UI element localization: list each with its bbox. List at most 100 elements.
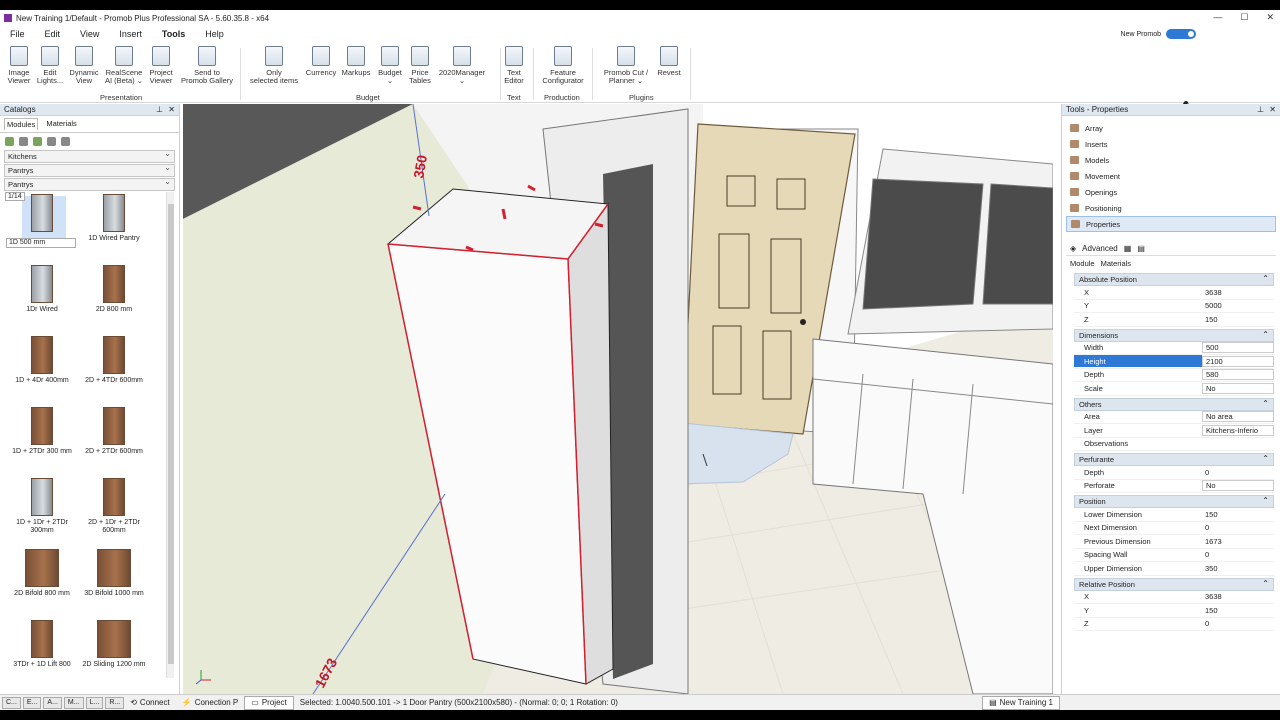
tab-materials[interactable]: Materials [1101,259,1131,268]
menu-edit[interactable]: Edit [45,29,61,39]
tab-modules[interactable]: Modules [4,118,39,130]
catalog-item[interactable]: 3TDr + 1D Lift 800 [4,620,80,669]
table-view-icon[interactable]: ▦ [1124,244,1132,253]
catalog-item[interactable]: 2D + 2TDr 600mm [76,407,152,456]
catalog-item[interactable]: 1D 500 mm [4,194,80,243]
property-value[interactable]: 3638 [1202,287,1274,298]
property-value[interactable]: 2100 [1202,355,1274,367]
taskbar-item[interactable]: C... [2,696,21,709]
taskbar-item[interactable]: R... [105,696,125,709]
section-header-pos[interactable]: Position [1074,495,1274,508]
catalog-item[interactable]: 2D Sliding 1200 mm [76,620,152,669]
property-value[interactable]: 1673 [1202,536,1274,547]
project-item[interactable]: ▭ Project [244,695,294,710]
3d-viewport[interactable]: 350 1673 [183,104,1053,694]
module-thumbnail [31,194,53,232]
property-value[interactable]: 150 [1202,605,1274,616]
close-panel-icon[interactable]: ✕ [1269,105,1276,114]
catalog-item[interactable]: 2D 800 mm [76,265,152,314]
grid-icon[interactable] [61,136,70,146]
minus-icon[interactable] [19,136,28,146]
tab-module[interactable]: Module [1070,259,1095,268]
property-value[interactable] [1202,438,1274,449]
pin-icon[interactable]: ⊥ [156,105,163,114]
refresh-icon[interactable] [33,136,42,146]
tool-item[interactable]: Inserts [1066,136,1276,152]
property-value[interactable]: 150 [1202,509,1274,520]
tool-item[interactable]: Positioning [1066,200,1276,216]
catalog-item[interactable]: 2D + 4TDr 600mm [76,336,152,385]
catalog-scrollbar[interactable] [166,192,174,678]
section-header-perf[interactable]: Perfurante [1074,453,1274,466]
property-row: Observations [1074,438,1274,451]
property-value[interactable]: 0 [1202,522,1274,533]
ribbon-button-13[interactable]: Feature Configurator [535,46,591,85]
catalog-item[interactable]: 1D + 1Dr + 2TDr 300mm [4,478,80,535]
bottom-black-band [0,710,1280,720]
tool-item[interactable]: Properties [1066,216,1276,232]
tool-item[interactable]: Openings [1066,184,1276,200]
add-icon[interactable] [5,136,14,146]
catalog-item[interactable]: 1D Wired Pantry [76,194,152,243]
property-value[interactable]: No area [1202,411,1274,423]
property-value[interactable]: No [1202,480,1274,492]
catalog-item[interactable]: 3D Bifold 1000 mm [76,549,152,598]
search-icon[interactable] [47,136,56,146]
connect-item[interactable]: ⟲ Connect [124,696,176,710]
scene[interactable]: 350 1673 [183,104,1053,694]
property-value[interactable]: 350 [1202,563,1274,574]
close-panel-icon[interactable]: ✕ [168,105,175,114]
list-view-icon[interactable]: ▤ [1137,244,1145,253]
menu-insert[interactable]: Insert [119,29,142,39]
taskbar-item[interactable]: M... [63,696,84,709]
advanced-icon[interactable]: ◈ [1070,244,1076,253]
property-value[interactable]: 3638 [1202,591,1274,602]
catalog-combo-2[interactable]: Pantrys [4,163,175,177]
taskbar-item[interactable]: L... [85,696,104,709]
catalog-item[interactable]: 2D Bifold 800 mm [4,549,80,598]
tool-item[interactable]: Models [1066,152,1276,168]
section-header-abs[interactable]: Absolute Position [1074,273,1274,286]
property-value[interactable]: 500 [1202,342,1274,354]
menu-view[interactable]: View [80,29,99,39]
tool-item[interactable]: Array [1066,120,1276,136]
new-promob-toggle[interactable] [1166,29,1196,39]
property-value[interactable]: 0 [1202,549,1274,560]
document-tab[interactable]: ▤ New Training 1 [982,695,1060,710]
menu-tools[interactable]: Tools [162,29,185,39]
ribbon-button-5[interactable]: Send to Promob Gallery [179,46,235,85]
catalog-combo-3[interactable]: Pantrys [4,177,175,191]
property-label: Previous Dimension [1084,536,1151,546]
property-value[interactable]: 0 [1202,618,1274,629]
ribbon-button-15[interactable]: Revest [641,46,697,77]
taskbar-item[interactable]: A... [43,696,62,709]
ribbon-button-11[interactable]: 2020Manager ⌄ [434,46,490,85]
conection-item[interactable]: ⚡ Conection P [176,696,245,710]
section-header-oth[interactable]: Others [1074,397,1274,411]
catalog-item[interactable]: 1Dr Wired [4,265,80,314]
menu-help[interactable]: Help [205,29,224,39]
property-value[interactable]: 580 [1202,369,1274,381]
tool-item[interactable]: Movement [1066,168,1276,184]
property-value[interactable]: 5000 [1202,300,1274,311]
section-header-dim[interactable]: Dimensions [1074,328,1274,342]
minimize-button[interactable]: — [1213,12,1222,23]
maximize-button[interactable]: ☐ [1240,12,1248,23]
catalog-item[interactable]: 1D + 2TDr 300 mm [4,407,80,456]
catalog-item[interactable]: 1D + 4Dr 400mm [4,336,80,385]
catalog-item-label: 1D + 1Dr + 2TDr 300mm [16,519,68,534]
tab-materials[interactable]: Materials [44,118,78,130]
catalog-item[interactable]: 2D + 1Dr + 2TDr 600mm [76,478,152,535]
size-select[interactable]: 1D 500 mm [6,238,76,248]
menu-file[interactable]: File [10,29,25,39]
property-value[interactable]: 0 [1202,467,1274,478]
pin-icon[interactable]: ⊥ [1257,105,1264,114]
property-value[interactable]: Kitchens-Inferio [1202,424,1274,436]
section-header-rel[interactable]: Relative Position [1074,577,1274,591]
property-value[interactable]: 150 [1202,314,1274,325]
advanced-label[interactable]: Advanced [1082,244,1118,253]
close-button[interactable]: ✕ [1266,12,1274,23]
property-value[interactable]: No [1202,382,1274,394]
catalog-combo-1[interactable]: Kitchens [4,149,175,163]
taskbar-item[interactable]: E... [22,696,42,709]
